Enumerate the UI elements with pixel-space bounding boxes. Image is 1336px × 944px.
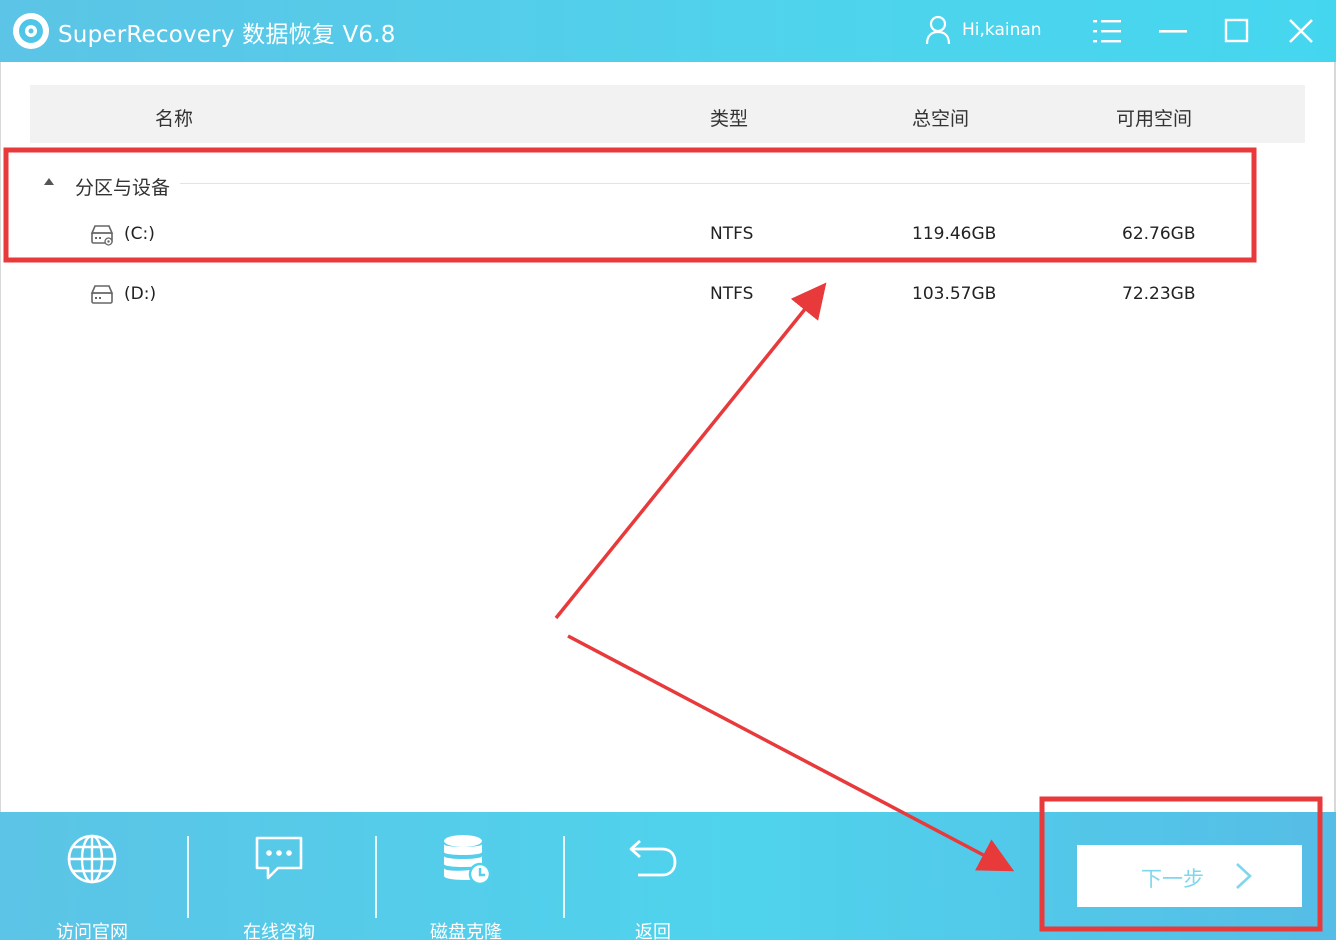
group-label: 分区与设备: [75, 177, 171, 199]
user-greeting: Hi,kainan: [962, 20, 1042, 40]
column-header-free-space[interactable]: 可用空间: [1116, 104, 1192, 131]
drive-name: (D:): [124, 284, 157, 304]
table-row[interactable]: (C:) NTFS 119.46GB 62.76GB: [30, 214, 1305, 254]
column-header-total-space[interactable]: 总空间: [912, 104, 969, 131]
minimize-icon: [1159, 30, 1187, 33]
globe-icon: [67, 834, 117, 884]
drive-free-space: 62.76GB: [1122, 224, 1196, 244]
chevron-right-icon: [1236, 863, 1252, 889]
close-button[interactable]: [1281, 12, 1321, 50]
tool-label: 磁盘克隆: [430, 922, 502, 943]
table-row[interactable]: (D:) NTFS 103.57GB 72.23GB: [30, 274, 1305, 314]
collapse-triangle-icon[interactable]: [44, 178, 54, 185]
arrow-to-drive-c: [554, 282, 827, 620]
user-account[interactable]: Hi,kainan: [924, 14, 1042, 46]
maximize-button[interactable]: [1217, 12, 1257, 50]
toolbar-divider: [187, 836, 189, 918]
tool-label: 返回: [635, 922, 671, 943]
database-icon: [444, 835, 492, 886]
bottom-toolbar: 访问官网 在线咨询 磁盘克隆 返回 下一步: [0, 812, 1336, 943]
drive-total-space: 119.46GB: [912, 224, 997, 244]
next-step-button[interactable]: 下一步: [1077, 845, 1302, 907]
chat-icon: [255, 836, 303, 880]
back-button[interactable]: 返回: [593, 832, 713, 943]
disk-clone-button[interactable]: 磁盘克隆: [406, 832, 526, 943]
hard-drive-icon: [90, 285, 114, 304]
online-chat-button[interactable]: 在线咨询: [219, 832, 339, 943]
app-logo-icon: [13, 13, 49, 49]
table-header: 名称 类型 总空间 可用空间: [30, 85, 1305, 143]
column-header-name[interactable]: 名称: [155, 104, 193, 131]
window-border-left: [0, 62, 1, 812]
menu-button[interactable]: [1087, 12, 1127, 50]
app-title: SuperRecovery 数据恢复 V6.8: [58, 22, 396, 48]
tool-label: 在线咨询: [243, 922, 315, 943]
close-icon: [1289, 19, 1313, 43]
toolbar-divider: [563, 836, 565, 918]
back-arrow-icon: [629, 839, 677, 877]
drive-type: NTFS: [710, 224, 754, 244]
next-step-label: 下一步: [1141, 867, 1204, 891]
tool-label: 访问官网: [56, 922, 128, 943]
maximize-icon: [1224, 18, 1249, 43]
drive-name: (C:): [124, 224, 155, 244]
user-icon: [925, 15, 951, 45]
group-divider: [180, 183, 1250, 184]
menu-icon: [1093, 20, 1121, 43]
group-partitions-devices[interactable]: 分区与设备: [30, 165, 1250, 203]
drive-total-space: 103.57GB: [912, 284, 997, 304]
visit-website-button[interactable]: 访问官网: [32, 832, 152, 943]
column-header-type[interactable]: 类型: [710, 104, 748, 131]
drive-type: NTFS: [710, 284, 754, 304]
minimize-button[interactable]: [1153, 12, 1193, 50]
toolbar-divider: [375, 836, 377, 918]
drive-free-space: 72.23GB: [1122, 284, 1196, 304]
system-drive-icon: [90, 225, 114, 246]
title-bar: SuperRecovery 数据恢复 V6.8 Hi,kainan: [0, 0, 1336, 62]
